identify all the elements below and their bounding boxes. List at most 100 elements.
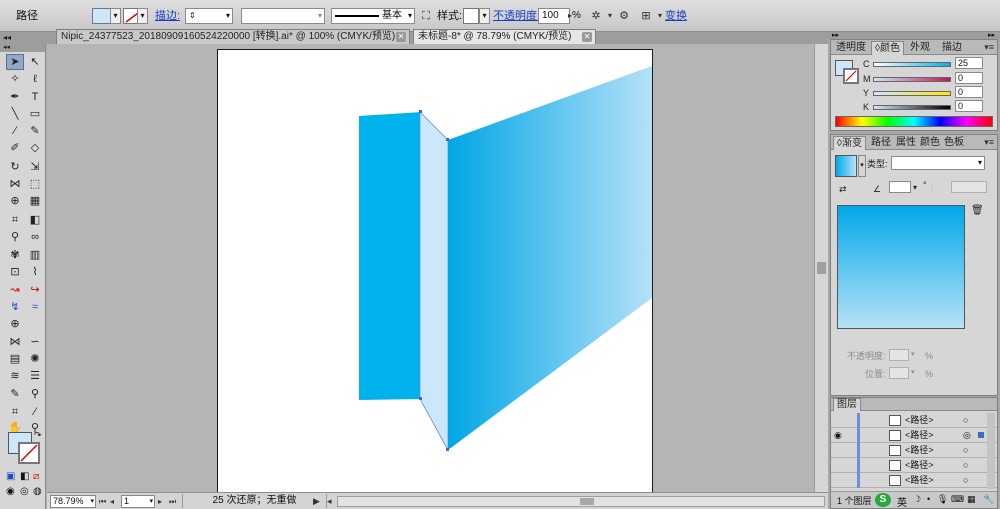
next-artboard-icon[interactable]: ▸ [158,495,162,508]
warp-tool-icon[interactable]: ⋈ [6,334,24,350]
channel-m-field[interactable]: 0 [955,72,983,84]
channel-k-slider[interactable] [873,105,951,110]
eyedropper-tool-icon[interactable]: ⚲ [6,229,24,245]
line-tool-icon[interactable]: ╲ [6,106,24,122]
ime-language-icon[interactable]: 英 [897,494,907,509]
blend-tool-icon[interactable]: ∞ [26,229,44,245]
status-menu-arrow[interactable]: ▶ [313,495,320,508]
gradient-preview-swatch[interactable] [835,155,857,177]
layer-row[interactable]: ◉ <路径> ◎ [831,428,997,443]
list-tool-icon[interactable]: ☰ [26,368,44,384]
target-icon[interactable]: ◎ [963,428,971,443]
target-icon[interactable]: ○ [963,458,968,473]
selected-square-icon[interactable] [978,432,984,438]
width-tool-icon[interactable]: ⋈ [6,176,24,192]
color-spectrum-bar[interactable] [835,116,993,127]
stroke-color-box[interactable] [18,442,40,464]
previous-artboard-icon[interactable]: ◂ [110,495,114,508]
anchor-add-tool-icon[interactable]: ↝ [6,282,24,298]
panel-menu-icon[interactable]: ▾≡ [984,136,994,149]
anchor-point[interactable] [446,138,449,141]
opacity-panel-link[interactable]: 不透明度: [493,8,540,24]
close-icon[interactable]: ✕ [582,32,592,42]
direct-selection-tool-icon[interactable]: ↖ [26,54,44,70]
brush-definition-field[interactable]: 基本 ▾ [331,8,415,24]
crystallize-tool-icon[interactable]: ✺ [26,351,44,367]
transform-panel-link[interactable]: 变换 [665,8,687,24]
blob-brush-tool-icon[interactable]: ✐ [6,140,24,156]
layer-row[interactable]: <路径> ○ [831,413,997,428]
tab-color[interactable]: ◊颜色 [871,41,904,55]
middle-fold-shape[interactable] [419,111,449,451]
tab-stroke[interactable]: 描边 [939,41,965,55]
scale-tool-icon[interactable]: ⇲ [26,159,44,175]
layer-name[interactable]: <路径> [905,443,934,458]
layer-name[interactable]: <路径> [905,428,934,443]
dock-grip[interactable]: ▸▸ [828,32,1000,39]
stroke-panel-link[interactable]: 描边: [155,8,180,24]
layer-name[interactable]: <路径> [905,458,934,473]
eraser-tool-icon[interactable]: ◇ [26,140,44,156]
target-icon[interactable]: ○ [963,473,968,488]
vertical-scrollbar[interactable] [814,44,828,492]
wrench-icon[interactable]: 🔧 [983,494,994,505]
scroll-left-icon[interactable]: ◂ [327,495,332,508]
anchor-point[interactable] [446,448,449,451]
crop-tool-icon[interactable]: ⌗ [6,404,24,420]
punctuation-icon[interactable]: • [927,494,930,504]
target-icon[interactable]: ○ [963,443,968,458]
symbol-sprayer-tool-icon[interactable]: ✾ [6,247,24,263]
wrinkle-tool-icon[interactable]: ≋ [6,368,24,384]
toolbox-grip[interactable]: ◂◂ [0,44,45,52]
rectangle-tool-icon[interactable]: ▭ [26,106,44,122]
draw-normal-icon[interactable]: ◉ [6,486,15,497]
tab-swatches[interactable]: 色板 [941,136,967,150]
layer-row[interactable]: <路径> ○ [831,473,997,488]
knife-tool-icon[interactable]: ⁄ [26,404,44,420]
collapse-toolbox-icon[interactable]: ◂◂ [3,32,11,44]
globe-tool-icon[interactable]: ⊕ [6,316,24,332]
fill-dropdown-arrow[interactable]: ▾ [110,8,121,24]
last-artboard-icon[interactable]: ⏭ [169,495,176,508]
rotate-tool-icon[interactable]: ↻ [6,159,24,175]
gradient-reverse-icon[interactable]: ⇄ [839,183,847,195]
tab-attributes[interactable]: 属性 [893,136,919,150]
pencil-tool-icon[interactable]: ✎ [26,123,44,139]
tab-untitled-8[interactable]: 未标题-8* @ 78.79% (CMYK/预览) ✕ [413,29,596,44]
perspective-grid-tool-icon[interactable]: ▦ [26,193,44,209]
layer-name[interactable]: <路径> [905,473,934,488]
draw-behind-icon[interactable]: ◎ [20,486,29,497]
moon-icon[interactable]: ☽ [913,494,921,505]
eye-icon[interactable]: ◉ [834,428,842,443]
artboard-tool-icon[interactable]: ⊡ [6,264,24,280]
tab-gradient[interactable]: ◊渐变 [833,136,866,150]
free-transform-tool-icon[interactable]: ⬚ [26,176,44,192]
swap-fill-stroke-icon[interactable]: ↷ [34,430,42,441]
layer-name[interactable]: <路径> [905,413,934,428]
target-icon[interactable]: ○ [963,413,968,428]
color-stroke-swatch[interactable] [843,68,859,84]
zoom-field[interactable]: 78.79% ▾ [50,495,96,508]
gradient-angle-field[interactable] [889,181,911,193]
path-eraser-tool-icon[interactable]: ≈ [26,299,44,315]
gradient-preview-dropdown[interactable]: ▾ [858,155,866,177]
layer-row[interactable]: <路径> ○ [831,458,997,473]
first-artboard-icon[interactable]: ⏮ [99,495,106,508]
pen-tool-icon[interactable]: ✒ [6,89,24,105]
left-panel-shape[interactable] [359,112,422,400]
color-mode-icon[interactable]: ▣ [6,471,15,482]
variable-width-field[interactable]: ▾ [241,8,325,24]
anchor-point[interactable] [419,110,422,113]
live-paint-tool-icon[interactable]: ⚲ [26,386,44,402]
dock-collapse-icon[interactable]: ▸▸ [988,32,995,39]
column-graph-tool-icon[interactable]: ▥ [26,247,44,263]
tab-transparency[interactable]: 透明度 [833,41,869,55]
gradient-mode-icon[interactable]: ◧ [20,471,29,482]
stroke-dropdown-arrow[interactable]: ▾ [137,8,148,24]
tab-color-2[interactable]: 颜色 [917,136,943,150]
curvature-tool-icon[interactable]: ↪ [26,282,44,298]
close-icon[interactable]: ✕ [396,32,406,42]
graphic-style-swatch[interactable] [463,8,479,24]
vertical-scroll-thumb[interactable] [817,262,826,274]
align-icon[interactable]: ⛶ [418,8,434,24]
